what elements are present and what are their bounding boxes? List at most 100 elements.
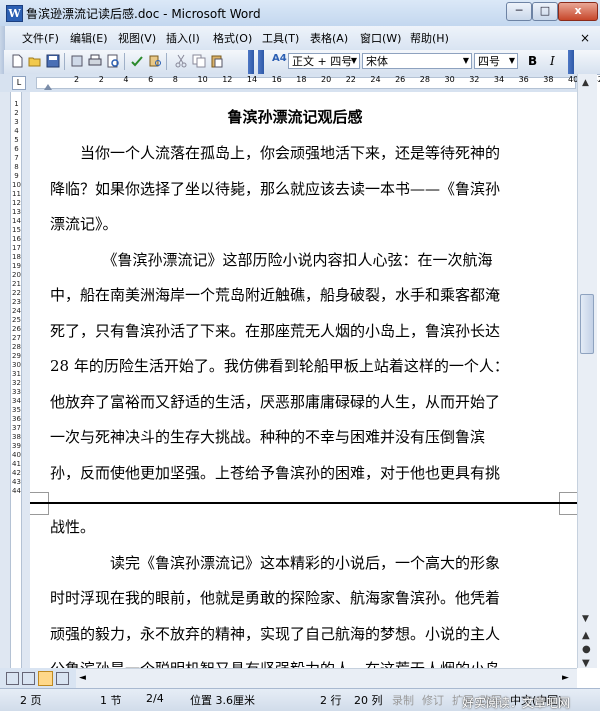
toolbar-grip[interactable] [0, 50, 4, 74]
indent-marker-icon[interactable] [44, 84, 52, 90]
spelling-check-icon[interactable] [130, 54, 144, 68]
save-icon[interactable] [46, 54, 60, 68]
chevron-down-icon[interactable]: ▼ [460, 53, 472, 69]
text-line: 当你一个人流落在孤岛上，你会顽强地活下来，还是等待死神的 [50, 144, 501, 162]
maximize-button[interactable]: □ [532, 2, 558, 21]
menu-edit[interactable]: 编辑(E) [70, 30, 108, 46]
vertical-ruler-number: 33 [12, 388, 21, 396]
scroll-right-icon[interactable]: ► [562, 673, 569, 683]
vertical-ruler-number: 39 [12, 442, 21, 450]
menu-help[interactable]: 帮助(H) [410, 30, 449, 46]
cut-icon[interactable] [174, 54, 188, 68]
vertical-ruler-number: 37 [12, 424, 21, 432]
styles-formatting-icon[interactable]: A4 [272, 53, 287, 64]
normal-view-icon[interactable] [6, 672, 19, 685]
chevron-down-icon[interactable]: ▼ [506, 53, 518, 69]
vertical-ruler-number: 9 [14, 172, 19, 180]
vertical-ruler-number: 36 [12, 415, 21, 423]
vertical-ruler-number: 30 [12, 361, 21, 369]
paste-icon[interactable] [210, 54, 224, 68]
vertical-ruler-number: 42 [12, 469, 21, 477]
close-document-button[interactable]: × [580, 31, 590, 45]
vertical-ruler-number: 2 [14, 109, 19, 117]
vertical-ruler-number: 1 [14, 100, 19, 108]
menu-insert[interactable]: 插入(I) [166, 30, 200, 46]
scroll-down-icon[interactable]: ▼ [582, 614, 589, 624]
horizontal-scrollbar[interactable]: ◄ ► [76, 668, 577, 689]
menu-window[interactable]: 窗口(W) [360, 30, 401, 46]
vertical-ruler-number: 16 [12, 235, 21, 243]
next-page-icon[interactable]: ▼ [582, 658, 590, 669]
vertical-ruler-number: 27 [12, 334, 21, 342]
ruler-number: 2 [74, 75, 80, 84]
menu-view[interactable]: 视图(V) [118, 30, 156, 46]
vertical-ruler-number: 20 [12, 271, 21, 279]
minimize-button[interactable]: ─ [506, 2, 532, 21]
bold-button[interactable]: B [528, 54, 537, 68]
vertical-ruler-number: 28 [12, 343, 21, 351]
ruler-number: 2 [98, 75, 104, 84]
scrollbar-thumb[interactable] [580, 294, 594, 354]
text-line: 28 年的历险生活开始了。我仿佛看到轮船甲板上站着这样的一个人： [50, 357, 509, 375]
status-section: 1 节 [100, 694, 122, 707]
tab-selector-icon[interactable]: L [12, 76, 26, 90]
font-combo[interactable]: 宋体 [362, 53, 472, 69]
vertical-ruler-number: 11 [12, 190, 21, 198]
web-layout-icon[interactable] [22, 672, 35, 685]
menu-tools[interactable]: 工具(T) [262, 30, 299, 46]
status-rec[interactable]: 录制 [392, 692, 414, 708]
menu-grip[interactable] [0, 26, 5, 50]
text-line: 一次与死神决斗的生存大挑战。种种的不幸与困难并没有压倒鲁滨 [50, 428, 486, 446]
chevron-down-icon[interactable]: ▼ [348, 53, 360, 69]
ruler-number: 28 [419, 75, 430, 84]
scroll-up-icon[interactable]: ▲ [582, 78, 589, 88]
vertical-ruler-number: 7 [14, 154, 19, 162]
italic-button[interactable]: I [550, 54, 555, 68]
ruler-number: 20 [321, 75, 332, 84]
ruler-number: 26 [395, 75, 406, 84]
new-document-icon[interactable] [10, 54, 24, 68]
scroll-left-icon[interactable]: ◄ [79, 673, 86, 683]
select-browse-object-icon[interactable]: ● [582, 644, 591, 655]
toolbar-separator [124, 53, 125, 70]
vertical-scrollbar[interactable]: ▲ ▼ ▲ ● ▼ [577, 74, 597, 669]
toolbar-chevron-grip[interactable] [248, 50, 254, 74]
toolbar-options-grip[interactable] [568, 50, 574, 74]
copy-icon[interactable] [192, 54, 206, 68]
status-trk[interactable]: 修订 [422, 692, 444, 708]
print-layout-icon[interactable] [38, 671, 53, 686]
vertical-ruler-number: 23 [12, 298, 21, 306]
vertical-ruler-number: 14 [12, 217, 21, 225]
open-folder-icon[interactable] [28, 54, 42, 68]
vertical-ruler-number: 26 [12, 325, 21, 333]
menu-file[interactable]: 文件(F) [22, 30, 59, 46]
word-doc-icon[interactable]: W [6, 5, 23, 22]
document-page[interactable]: 鲁滨孙漂流记观后感 当你一个人流落在孤岛上，你会顽强地活下来，还是等待死神的 降临… [30, 92, 577, 668]
view-buttons [0, 668, 76, 688]
menu-format[interactable]: 格式(O) [213, 30, 252, 46]
previous-page-icon[interactable]: ▲ [582, 630, 590, 641]
permission-icon[interactable] [70, 54, 84, 68]
print-preview-icon[interactable] [106, 54, 120, 68]
ruler-number: 6 [148, 75, 154, 84]
vertical-ruler-number: 8 [14, 163, 19, 171]
menu-table[interactable]: 表格(A) [310, 30, 348, 46]
horizontal-ruler[interactable]: L 22468101214161820222426283032343638404… [0, 74, 600, 93]
vertical-ruler-number: 44 [12, 487, 21, 495]
print-icon[interactable] [88, 54, 102, 68]
document-title: 鲁滨孙漂流记观后感 [227, 108, 363, 126]
toolbar-chevron-grip-2[interactable] [258, 50, 264, 74]
vertical-ruler-number: 25 [12, 316, 21, 324]
vertical-ruler-number: 15 [12, 226, 21, 234]
vertical-ruler-number: 6 [14, 145, 19, 153]
text-line: 顽强的毅力，永不放弃的精神，实现了自己航海的梦想。小说的主人 [50, 624, 501, 643]
outline-view-icon[interactable] [56, 672, 69, 685]
title-bar: W 鲁滨逊漂流记读后感.doc - Microsoft Word ─ □ x [0, 0, 600, 26]
font-size-value: 四号 [478, 55, 500, 68]
status-position: 位置 3.6厘米 [190, 694, 255, 707]
vertical-ruler-number: 19 [12, 262, 21, 270]
text-line: 孙，反而使他更加坚强。上苍给予鲁滨孙的困难，对于他也更具有挑 [50, 463, 501, 482]
vertical-ruler-number: 10 [12, 181, 21, 189]
close-button[interactable]: x [558, 2, 598, 21]
research-icon[interactable] [148, 54, 162, 68]
